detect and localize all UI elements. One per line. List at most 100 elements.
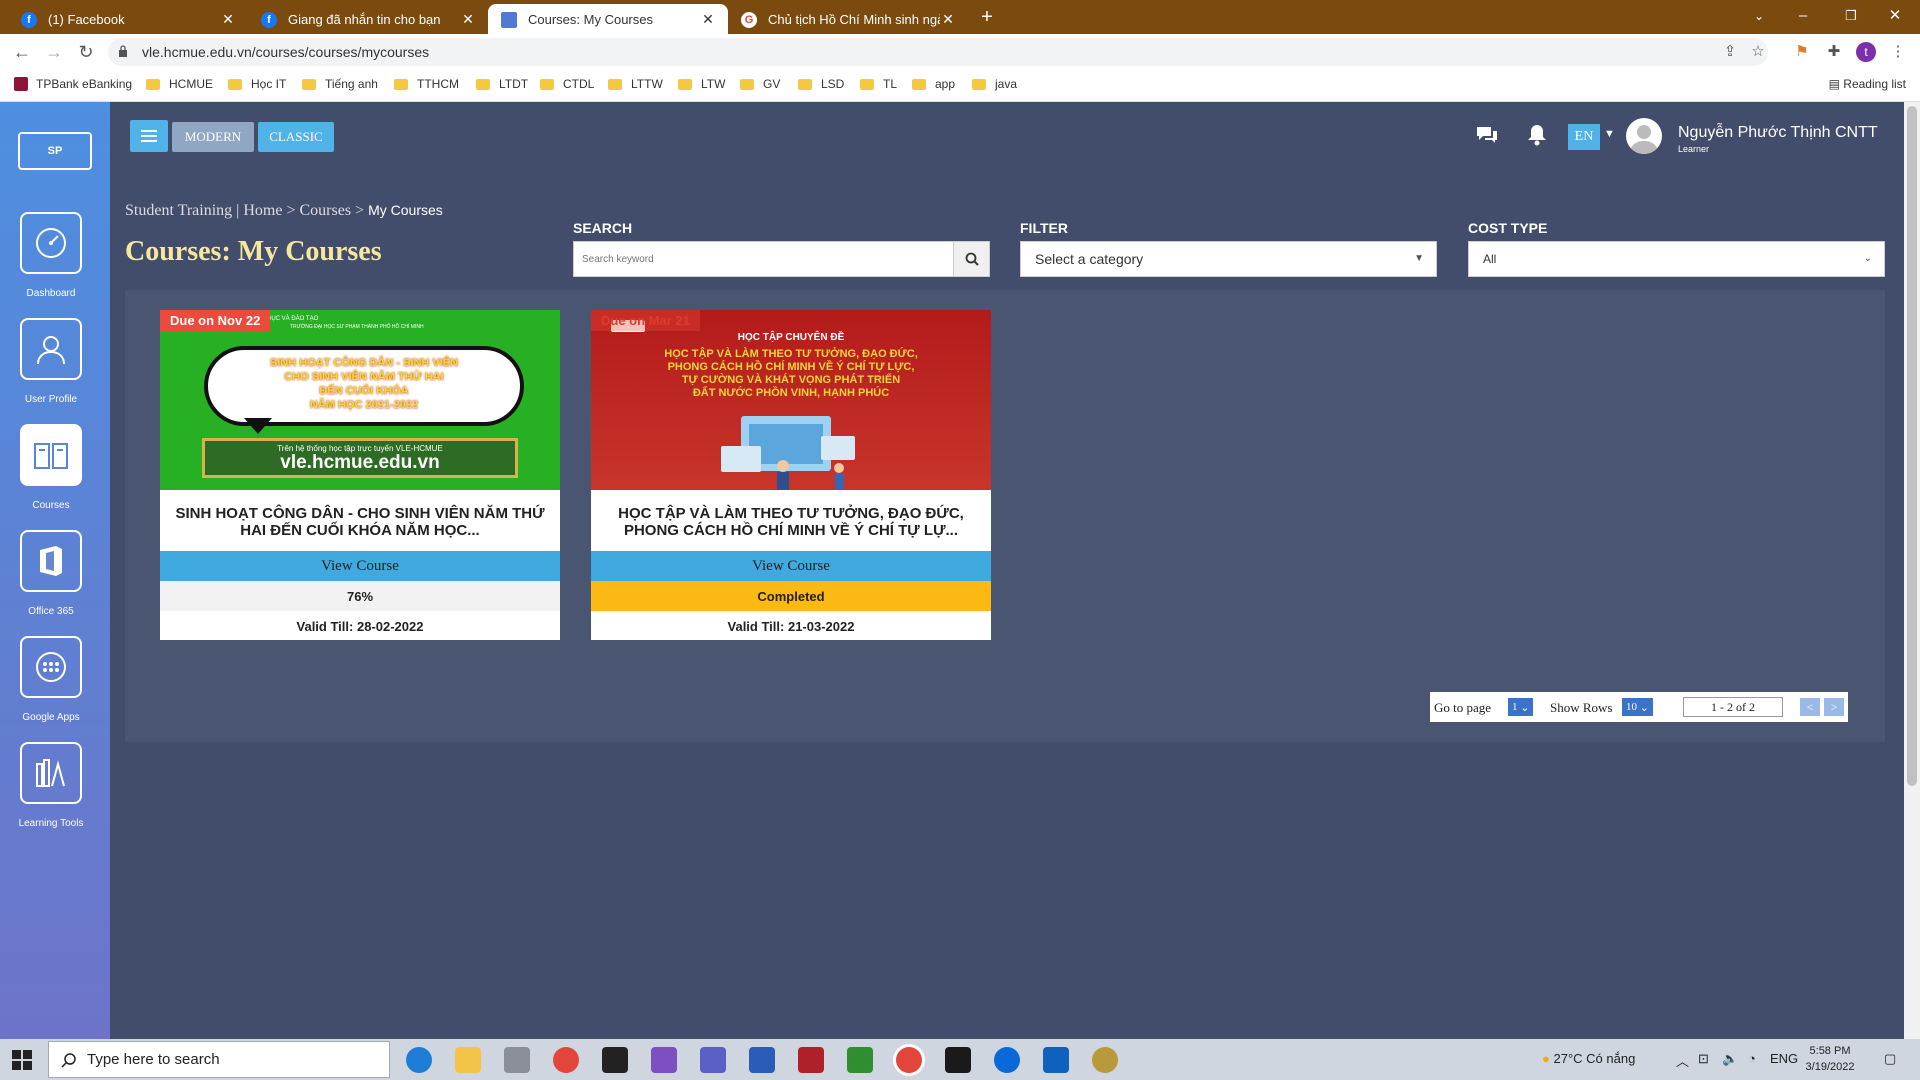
profile-avatar[interactable]: t [1856,42,1876,62]
file-explorer-icon[interactable] [455,1047,481,1073]
scrollbar-thumb[interactable] [1907,106,1917,786]
menu-toggle-button[interactable] [130,120,168,152]
visual-studio-icon[interactable] [651,1047,677,1073]
teams-icon[interactable] [700,1047,726,1073]
reading-list[interactable]: ▤ Reading list [1829,77,1906,91]
close-window-button[interactable]: ✕ [1880,2,1910,30]
bookmark-folder[interactable]: TTHCM [394,77,459,91]
page-select[interactable]: 1 ⌄ [1508,698,1534,716]
bookmark-folder[interactable]: TL [860,77,897,91]
browser-tab-google[interactable]: G Chủ tịch Hồ Chí Minh sinh ngày ✕ [728,4,968,34]
tab-search-icon[interactable]: ⌄ [1744,2,1774,30]
sidebar-item-user-profile[interactable]: User Profile [20,318,82,405]
close-tab-icon[interactable]: ✕ [700,11,716,28]
edge-icon[interactable] [406,1047,432,1073]
close-tab-icon[interactable]: ✕ [220,11,236,28]
cost-type-select[interactable]: All ⌄ [1468,241,1885,277]
language-selector[interactable]: EN [1568,124,1600,150]
league-of-legends-icon[interactable] [1092,1047,1118,1073]
chrome-icon[interactable] [553,1047,579,1073]
garena-icon[interactable] [945,1047,971,1073]
classic-view-button[interactable]: CLASSIC [258,122,334,152]
close-tab-icon[interactable]: ✕ [460,11,476,28]
breadcrumb-home[interactable]: Home [243,202,282,219]
tray-chevron-icon[interactable]: ︿ [1676,1051,1689,1070]
phpstorm-icon[interactable] [602,1047,628,1073]
wifi-icon[interactable]: ◔ [1748,1051,1756,1066]
weather-widget[interactable]: ● 27°C Có nắng [1542,1051,1635,1066]
course-card[interactable]: BỘ GIÁO DỤC VÀ ĐÀO TẠO TRƯỜNG ĐẠI HỌC SƯ… [160,310,560,640]
volume-icon[interactable]: 🔈 [1722,1051,1738,1067]
prev-page-button[interactable]: < [1800,698,1820,716]
bookmark-folder[interactable]: Học IT [228,77,286,91]
course-thumbnail[interactable]: HỌC TẬP CHUYÊN ĐỀ HỌC TẬP VÀ LÀM THEO TƯ… [591,310,991,490]
bookmark-star-icon[interactable]: ☆ [1748,42,1768,62]
share-icon[interactable]: ⇪ [1720,42,1740,62]
outlook-icon[interactable] [1043,1047,1069,1073]
chrome-active-icon[interactable] [896,1047,922,1073]
search-button[interactable] [953,242,989,276]
sidebar-item-google-apps[interactable]: Google Apps [20,636,82,723]
sidebar-item-office-365[interactable]: Office 365 [20,530,82,617]
zalo-icon[interactable] [994,1047,1020,1073]
browser-tab-messenger[interactable]: f Giang đã nhắn tin cho bạn ✕ [248,4,488,34]
extensions-puzzle-icon[interactable]: ✚ [1824,42,1844,62]
app-icon[interactable] [798,1047,824,1073]
word-icon[interactable] [749,1047,775,1073]
sidebar-item-learning-tools[interactable]: Learning Tools [19,742,83,829]
address-bar[interactable]: vle.hcmue.edu.vn/courses/courses/mycours… [108,38,1768,66]
bookmark-folder[interactable]: java [972,77,1017,91]
modern-view-button[interactable]: MODERN [172,122,254,152]
extension-icon[interactable]: ⚑ [1792,42,1812,62]
course-title[interactable]: SINH HOẠT CÔNG DÂN - CHO SINH VIÊN NĂM T… [170,505,550,539]
bookmark-tpbank[interactable]: TPBank eBanking [14,77,132,91]
minimize-button[interactable]: – [1788,2,1818,30]
network-icon[interactable]: ⊡ [1698,1051,1709,1067]
browser-tab-courses[interactable]: Courses: My Courses ✕ [488,4,728,34]
browser-tab-facebook[interactable]: f (1) Facebook ✕ [8,4,248,34]
snipping-tool-icon[interactable] [504,1047,530,1073]
search-input[interactable] [574,242,944,276]
bookmark-folder[interactable]: LTW [678,77,725,91]
back-arrow-icon[interactable]: ← [8,38,36,66]
bookmark-folder[interactable]: LTDT [476,77,528,91]
browser-menu-icon[interactable]: ⋮ [1888,42,1908,62]
view-course-button[interactable]: View Course [591,551,991,581]
bookmark-folder[interactable]: LTTW [608,77,663,91]
page-scrollbar[interactable] [1904,102,1920,1039]
input-language[interactable]: ENG [1770,1051,1798,1066]
notification-icon[interactable]: ▢ [1884,1051,1896,1067]
xbox-icon[interactable] [847,1047,873,1073]
rows-select[interactable]: 10 ⌄ [1622,698,1653,716]
bookmark-folder[interactable]: Tiếng anh [302,77,378,91]
sidebar-item-dashboard[interactable]: Dashboard [20,212,82,299]
notification-bell-icon[interactable] [1524,122,1550,148]
view-course-button[interactable]: View Course [160,551,560,581]
course-card[interactable]: HỌC TẬP CHUYÊN ĐỀ HỌC TẬP VÀ LÀM THEO TƯ… [591,310,991,640]
bookmark-folder[interactable]: app [912,77,955,91]
course-thumbnail[interactable]: BỘ GIÁO DỤC VÀ ĐÀO TẠO TRƯỜNG ĐẠI HỌC SƯ… [160,310,560,490]
user-avatar[interactable] [1626,118,1662,154]
course-title[interactable]: HỌC TẬP VÀ LÀM THEO TƯ TƯỞNG, ĐẠO ĐỨC, P… [601,505,981,539]
user-name[interactable]: Nguyễn Phước Thịnh CNTT [1678,124,1878,142]
close-tab-icon[interactable]: ✕ [940,11,956,28]
chevron-down-icon[interactable]: ▼ [1604,128,1615,140]
forward-arrow-icon[interactable]: → [40,38,68,66]
bookmark-folder[interactable]: CTDL [540,77,594,91]
category-select[interactable]: Select a category ▼ [1020,241,1437,277]
breadcrumb-courses[interactable]: Courses [299,202,351,219]
breadcrumb-root[interactable]: Student Training [125,202,232,219]
system-clock[interactable]: 5:58 PM 3/19/2022 [1798,1043,1862,1075]
taskbar-search[interactable]: Type here to search [48,1041,390,1078]
restore-button[interactable]: ❐ [1836,2,1866,30]
reload-icon[interactable]: ↻ [72,38,100,66]
bookmark-folder[interactable]: GV [740,77,780,91]
sidebar-item-courses[interactable]: Courses [20,424,82,511]
next-page-button[interactable]: > [1824,698,1844,716]
new-tab-button[interactable]: + [976,6,998,29]
windows-start-icon[interactable] [12,1050,32,1070]
hcmue-logo[interactable]: SP [18,132,92,170]
bookmark-folder[interactable]: LSD [798,77,844,91]
bookmark-folder[interactable]: HCMUE [146,77,213,91]
chat-icon[interactable] [1474,122,1500,148]
